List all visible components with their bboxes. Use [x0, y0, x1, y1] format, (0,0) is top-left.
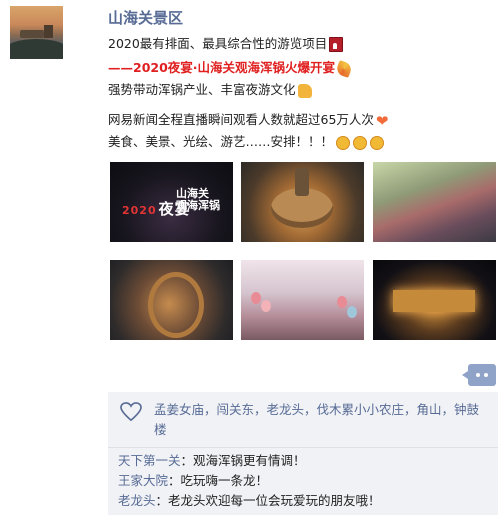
post-line-2-dash: ——: [108, 60, 133, 75]
comment-separator: ：: [168, 473, 181, 488]
great-wall-icon: [20, 30, 44, 38]
castle-icon: [329, 37, 344, 52]
comment-text: 老龙头欢迎每一位会玩爱玩的朋友哦！: [168, 493, 381, 508]
comment-author[interactable]: 天下第一关: [118, 453, 181, 468]
likes-names[interactable]: 孟姜女庙，闯关东，老龙头，伐木累小小农庄，角山，钟鼓楼: [120, 400, 490, 440]
comment-item[interactable]: 天下第一关：观海浑锅更有情调！: [118, 452, 306, 470]
party-popper-icon: [335, 59, 354, 78]
photo-5-balloon-stage[interactable]: [241, 260, 364, 340]
thumbs-up-icon: [297, 83, 312, 98]
photo-4-light-arch[interactable]: [110, 260, 233, 340]
comment-action-icon[interactable]: [462, 364, 496, 386]
post-line-2: ——2020夜宴·山海关观海浑锅火爆开宴: [108, 59, 354, 78]
photo-1-night-feast-poster[interactable]: 2020 夜宴 山海关 观海浑锅: [110, 162, 233, 242]
poster-subtitle: 山海关 观海浑锅: [176, 188, 220, 212]
comment-item[interactable]: 老龙头：老龙头欢迎每一位会玩爱玩的朋友哦！: [118, 492, 381, 510]
comment-author[interactable]: 老龙头: [118, 493, 156, 508]
heart-icon: ❤: [375, 111, 389, 130]
post-line-1-text: 2020最有排面、最具综合性的游览项目: [108, 36, 328, 51]
photo-3-performers[interactable]: [373, 162, 496, 242]
mountain-silhouette: [10, 39, 63, 59]
comment-text: 吃玩嗨一条龙！: [180, 473, 269, 488]
post-line-2-highlight: 2020夜宴·山海关观海浑锅火爆开宴: [133, 60, 336, 75]
photo-6-night-stage[interactable]: [373, 260, 496, 340]
balloon-image: [347, 306, 357, 318]
likes-list[interactable]: 孟姜女庙，闯关东，老龙头，伐木累小小农庄，角山，钟鼓楼: [120, 400, 490, 440]
post-line-1: 2020最有排面、最具综合性的游览项目: [108, 36, 344, 52]
balloon-image: [337, 296, 347, 308]
photo-2-hotpot[interactable]: [241, 162, 364, 242]
post-line-4-text: 网易新闻全程直播瞬间观看人数就超过65万人次: [108, 112, 374, 127]
balloon-image: [251, 292, 261, 304]
balloon-image: [261, 300, 271, 312]
light-arch-image: [148, 272, 204, 338]
post-line-5-text: 美食、美景、光绘、游艺……安排！！！: [108, 134, 334, 149]
cheers-icon: [353, 135, 368, 150]
author-avatar[interactable]: [10, 6, 63, 59]
post-line-4: 网易新闻全程直播瞬间观看人数就超过65万人次 ❤: [108, 112, 389, 129]
interaction-panel: 孟姜女庙，闯关东，老龙头，伐木累小小农庄，角山，钟鼓楼 天下第一关：观海浑锅更有…: [108, 392, 498, 515]
post-line-3: 强势带动浑锅产业、丰富夜游文化: [108, 82, 312, 98]
comment-text: 观海浑锅更有情调！: [193, 453, 306, 468]
comment-dot-icon: [484, 373, 488, 377]
cheers-icon: [370, 135, 385, 150]
poster-sub-line-2: 观海浑锅: [176, 199, 220, 212]
post-line-3-text: 强势带动浑锅产业、丰富夜游文化: [108, 82, 296, 97]
post-line-5: 美食、美景、光绘、游艺……安排！！！: [108, 134, 385, 150]
watchtower-icon: [44, 25, 53, 38]
likes-comments-divider: [108, 447, 498, 448]
hotpot-chimney-image: [295, 168, 309, 196]
poster-year: 2020: [122, 204, 157, 217]
cheers-icon: [336, 135, 351, 150]
comment-dot-icon: [476, 373, 480, 377]
comment-author[interactable]: 王家大院: [118, 473, 168, 488]
illuminated-stage-image: [393, 290, 475, 312]
author-name[interactable]: 山海关景区: [108, 7, 183, 28]
comment-item[interactable]: 王家大院：吃玩嗨一条龙！: [118, 472, 268, 490]
comment-separator: ：: [180, 453, 194, 468]
comment-separator: ：: [155, 493, 169, 508]
